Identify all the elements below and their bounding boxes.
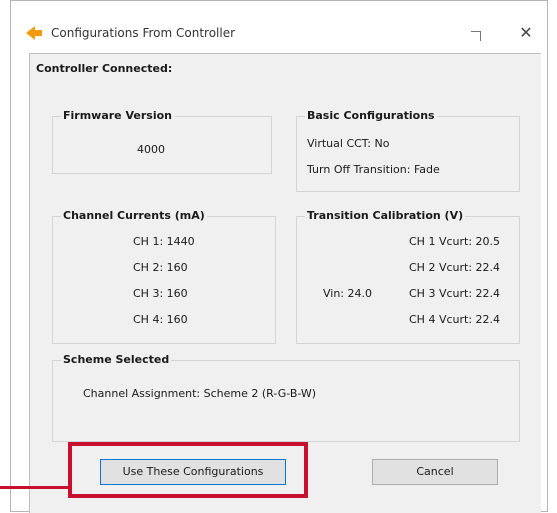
channel-current-item: CH 2: 160 [133,261,188,274]
calibration-item: CH 2 Vcurt: 22.4 [409,261,501,274]
connection-status: Controller Connected: [36,62,173,75]
transition-calibration-legend: Transition Calibration (V) [305,209,466,222]
channel-assignment-value: Channel Assignment: Scheme 2 (R-G-B-W) [83,387,317,400]
close-icon[interactable]: ✕ [511,19,541,47]
calibration-item: CH 4 Vcurt: 22.4 [409,313,501,326]
highlight-callout-box [68,442,308,498]
window-title: Configurations From Controller [51,26,236,40]
channel-current-item: CH 3: 160 [133,287,188,300]
channel-current-item: CH 1: 1440 [133,235,195,248]
dialog-window: Configurations From Controller ✕ Control… [10,0,548,513]
firmware-value: 4000 [137,143,165,156]
firmware-legend: Firmware Version [61,109,174,122]
calibration-item: CH 1 Vcurt: 20.5 [409,235,501,248]
channel-currents-group: Channel Currents (mA) CH 1: 1440 CH 2: 1… [52,209,276,344]
basic-config-group: Basic Configurations Virtual CCT: No Tur… [296,109,520,192]
title-bar[interactable]: Configurations From Controller ✕ [11,1,547,51]
scheme-group: Scheme Selected Channel Assignment: Sche… [52,353,520,442]
cancel-button[interactable]: Cancel [372,459,498,485]
scheme-legend: Scheme Selected [61,353,172,366]
basic-config-legend: Basic Configurations [305,109,437,122]
calibration-item: CH 3 Vcurt: 22.4 [409,287,501,300]
callout-pointer-line [0,486,70,489]
firmware-group: Firmware Version 4000 [52,109,272,174]
virtual-cct-value: Virtual CCT: No [307,137,390,150]
transition-calibration-group: Transition Calibration (V) Vin: 24.0 CH … [296,209,520,344]
orange-arrow-icon [26,25,42,44]
vin-value: Vin: 24.0 [323,287,373,300]
channel-current-item: CH 4: 160 [133,313,188,326]
maximize-icon[interactable] [465,23,489,47]
channel-currents-legend: Channel Currents (mA) [61,209,207,222]
turn-off-transition-value: Turn Off Transition: Fade [307,163,440,176]
